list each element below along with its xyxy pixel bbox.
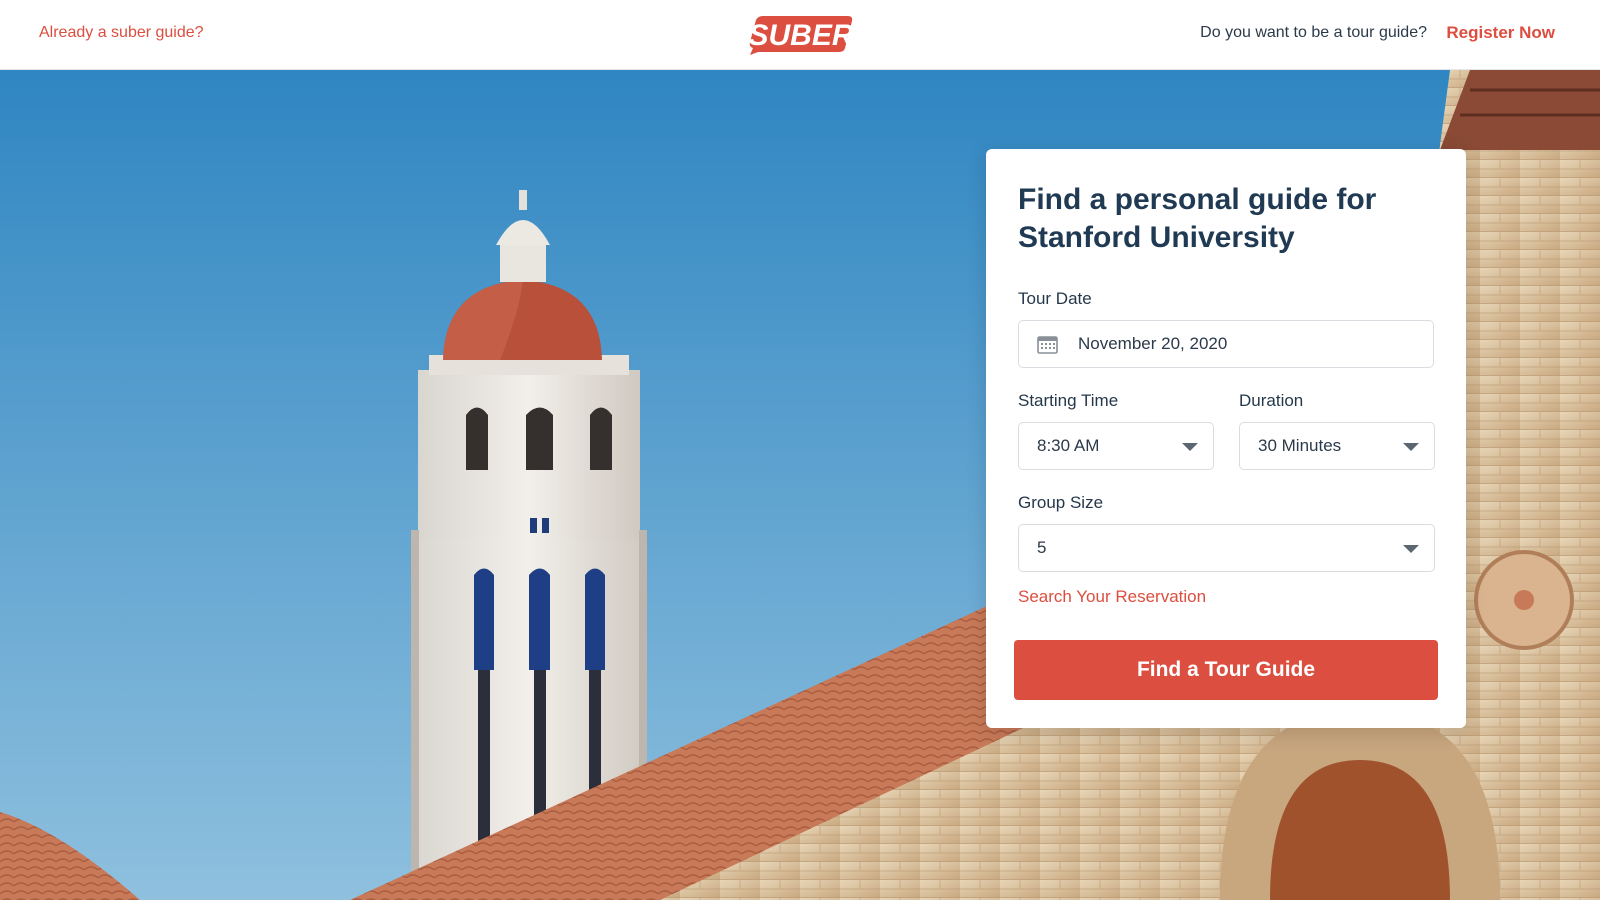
tour-date-field[interactable]: November 20, 2020 [1018, 320, 1434, 368]
logo-text: SUBER [748, 19, 853, 52]
group-size-label: Group Size [1018, 493, 1104, 512]
form-title: Find a personal guide for Stanford Unive… [1018, 183, 1377, 254]
suber-logo[interactable]: SUBER [748, 14, 854, 56]
starting-time-label: Starting Time [1018, 391, 1119, 410]
chevron-down-icon [1403, 443, 1419, 451]
starting-time-value: 8:30 AM [1037, 436, 1100, 455]
become-guide-question: Do you want to be a tour guide? [1200, 24, 1427, 41]
tour-date-label: Tour Date [1018, 289, 1092, 308]
duration-value: 30 Minutes [1258, 436, 1342, 455]
calendar-icon [1037, 336, 1058, 354]
register-now-link[interactable]: Register Now [1446, 23, 1555, 43]
find-tour-guide-button[interactable]: Find a Tour Guide [1014, 640, 1438, 700]
duration-select[interactable]: 30 Minutes [1239, 422, 1435, 470]
group-size-value: 5 [1037, 538, 1047, 557]
duration-label: Duration [1239, 391, 1304, 410]
chevron-down-icon [1403, 545, 1419, 553]
group-size-select[interactable]: 5 [1018, 524, 1435, 572]
top-header: Already a suber guide? SUBER Do you want… [0, 0, 1600, 70]
booking-card: Find a personal guide for Stanford Unive… [986, 149, 1466, 728]
already-guide-link[interactable]: Already a suber guide? [39, 24, 204, 42]
search-reservation-link[interactable]: Search Your Reservation [1018, 587, 1206, 607]
starting-time-select[interactable]: 8:30 AM [1018, 422, 1214, 470]
chevron-down-icon [1182, 443, 1198, 451]
